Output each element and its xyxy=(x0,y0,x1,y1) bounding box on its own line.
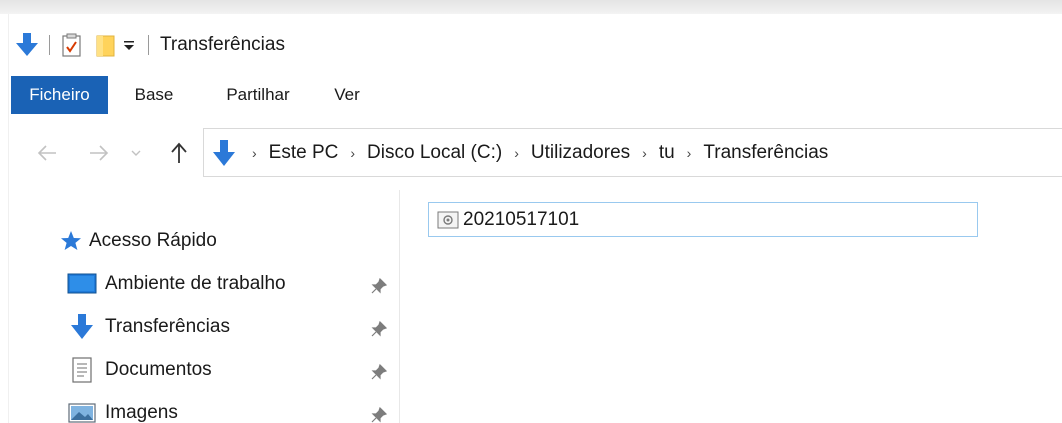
breadcrumb-chevron-icon[interactable]: › xyxy=(244,145,265,161)
nav-quick-access-label: Acesso Rápido xyxy=(89,230,217,251)
up-button[interactable] xyxy=(162,136,196,170)
breadcrumb-chevron-icon[interactable]: › xyxy=(506,145,527,161)
title-bar: Transferências xyxy=(14,26,285,64)
file-name: 20210517101 xyxy=(463,208,580,230)
nav-item-label: Documentos xyxy=(105,359,212,380)
window-top-edge xyxy=(0,0,1062,14)
toolbar-separator xyxy=(148,35,149,55)
pictures-icon xyxy=(67,399,97,423)
star-icon xyxy=(59,227,83,255)
back-button[interactable] xyxy=(30,136,64,170)
tab-ver[interactable]: Ver xyxy=(316,76,378,114)
nav-quick-access[interactable]: Acesso Rápido xyxy=(59,223,217,259)
nav-item-transferencias[interactable]: Transferências xyxy=(67,309,230,345)
properties-icon[interactable] xyxy=(59,32,85,58)
settings-file-icon xyxy=(437,211,459,229)
tab-partilhar[interactable]: Partilhar xyxy=(200,76,316,114)
toolbar-separator xyxy=(49,35,50,55)
file-item[interactable]: 20210517101 xyxy=(428,202,978,237)
breadcrumb-chevron-icon[interactable]: › xyxy=(342,145,363,161)
window-left-edge xyxy=(0,14,9,423)
pin-icon[interactable] xyxy=(367,317,391,341)
downloads-location-icon xyxy=(212,139,236,167)
nav-item-label: Transferências xyxy=(105,316,230,337)
pin-icon[interactable] xyxy=(367,360,391,384)
pin-icon[interactable] xyxy=(367,274,391,298)
nav-item-label: Ambiente de trabalho xyxy=(105,273,286,294)
breadcrumb-disco-local[interactable]: Disco Local (C:) xyxy=(363,142,506,164)
nav-item-imagens[interactable]: Imagens xyxy=(67,395,178,423)
documents-icon xyxy=(67,356,97,384)
desktop-icon xyxy=(67,270,97,298)
breadcrumb-transferencias[interactable]: Transferências xyxy=(699,142,832,164)
new-folder-icon[interactable] xyxy=(93,32,119,58)
downloads-arrow-icon[interactable] xyxy=(14,32,40,58)
tab-ficheiro[interactable]: Ficheiro xyxy=(11,76,108,114)
breadcrumb-este-pc[interactable]: Este PC xyxy=(265,142,343,164)
nav-item-documentos[interactable]: Documentos xyxy=(67,352,212,388)
breadcrumb-tu[interactable]: tu xyxy=(655,142,679,164)
chevron-down-icon xyxy=(131,150,141,156)
navigation-row: › Este PC › Disco Local (C:) › Utilizado… xyxy=(0,128,1062,178)
nav-item-ambiente-de-trabalho[interactable]: Ambiente de trabalho xyxy=(67,266,286,302)
window-title: Transferências xyxy=(160,34,285,55)
downloads-icon xyxy=(67,313,97,341)
forward-button[interactable] xyxy=(82,136,116,170)
customize-dropdown-icon[interactable] xyxy=(119,32,139,58)
breadcrumb-chevron-icon[interactable]: › xyxy=(634,145,655,161)
tab-base[interactable]: Base xyxy=(108,76,200,114)
up-arrow-icon xyxy=(171,142,187,163)
breadcrumb-chevron-icon[interactable]: › xyxy=(679,145,700,161)
breadcrumb-utilizadores[interactable]: Utilizadores xyxy=(527,142,634,164)
ribbon-tabs: Ficheiro Base Partilhar Ver xyxy=(11,76,378,114)
address-bar[interactable]: › Este PC › Disco Local (C:) › Utilizado… xyxy=(203,128,1062,177)
navigation-pane: Acesso Rápido Ambiente de trabalho Trans… xyxy=(9,190,400,423)
back-arrow-icon xyxy=(37,145,56,161)
pin-icon[interactable] xyxy=(367,403,391,423)
forward-arrow-icon xyxy=(90,145,109,161)
nav-item-label: Imagens xyxy=(105,402,178,423)
recent-locations-button[interactable] xyxy=(125,136,147,170)
